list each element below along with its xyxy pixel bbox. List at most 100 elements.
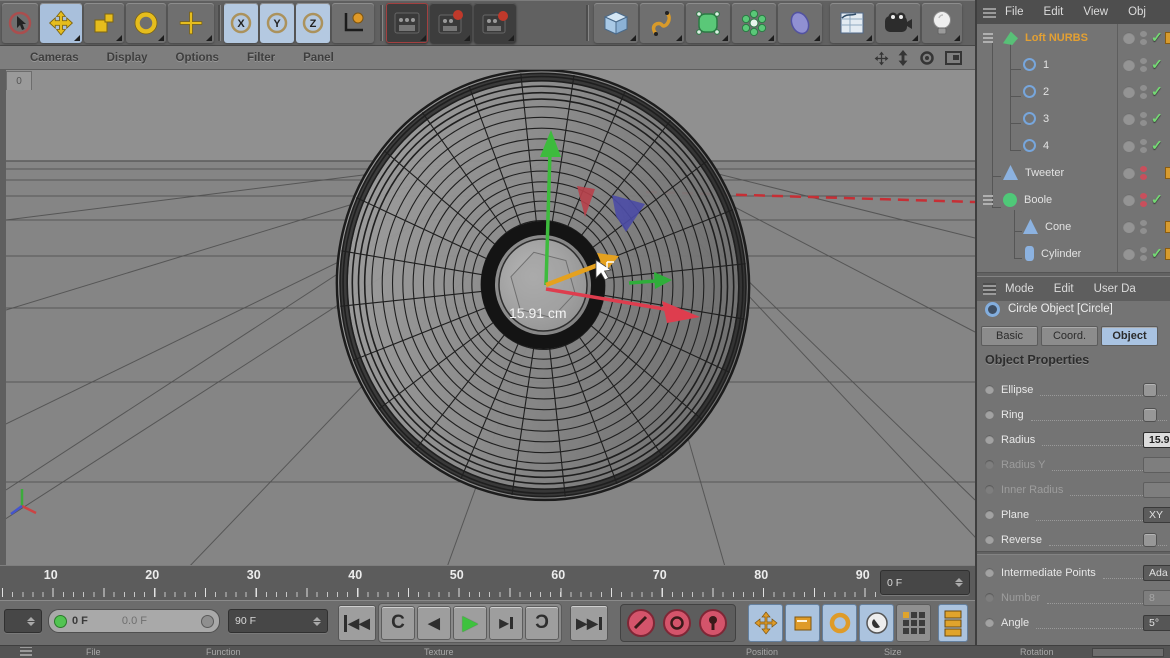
enabled-check-icon[interactable]: ✓ bbox=[1151, 110, 1163, 127]
coordinate-system-icon[interactable] bbox=[332, 3, 374, 43]
keyframe-dot-icon[interactable] bbox=[985, 460, 994, 469]
object-row[interactable]: 4 ✓ bbox=[977, 132, 1170, 159]
tag-icon[interactable] bbox=[1165, 248, 1170, 260]
current-frame-field[interactable]: 0 F bbox=[880, 570, 970, 595]
move-tool-icon[interactable] bbox=[40, 3, 82, 43]
object-row[interactable]: 2 ✓ bbox=[977, 78, 1170, 105]
object-name[interactable]: 2 bbox=[1043, 86, 1049, 98]
object-type-icon[interactable] bbox=[1023, 58, 1036, 71]
play-button[interactable]: ▶ bbox=[453, 606, 487, 640]
object-row[interactable]: Boole ✓ bbox=[977, 186, 1170, 213]
tag-icon[interactable] bbox=[1165, 167, 1170, 179]
layer-dot[interactable] bbox=[1123, 113, 1135, 125]
zoom-view-icon[interactable] bbox=[893, 49, 913, 67]
scale-tool-icon[interactable] bbox=[84, 3, 124, 43]
enabled-check-icon[interactable]: ✓ bbox=[1151, 29, 1163, 46]
coords-field[interactable] bbox=[1092, 648, 1164, 657]
spinner-icon[interactable] bbox=[27, 617, 35, 626]
keyframe-dot-icon[interactable] bbox=[985, 385, 994, 394]
visibility-dots[interactable] bbox=[1140, 58, 1147, 72]
property-control[interactable]: 15.9 bbox=[1143, 432, 1170, 448]
property-control[interactable] bbox=[1143, 408, 1157, 422]
object-name[interactable]: Boole bbox=[1024, 194, 1052, 206]
keyframe-dot-icon[interactable] bbox=[985, 593, 994, 602]
om-menu-edit[interactable]: Edit bbox=[1044, 6, 1064, 18]
drag-handle-icon[interactable] bbox=[983, 194, 993, 205]
layer-dot[interactable] bbox=[1123, 59, 1135, 71]
object-type-icon[interactable] bbox=[1023, 219, 1038, 234]
visibility-dots[interactable] bbox=[1140, 112, 1147, 126]
enabled-check-icon[interactable]: ✓ bbox=[1151, 56, 1163, 73]
attribute-tab[interactable]: Basic bbox=[981, 326, 1038, 346]
object-row[interactable]: Cylinder ✓ bbox=[977, 240, 1170, 267]
enabled-check-icon[interactable]: ✓ bbox=[1151, 137, 1163, 154]
record-keyframe-button[interactable] bbox=[626, 608, 657, 639]
visibility-dots[interactable] bbox=[1140, 220, 1147, 234]
play-cycle-button[interactable]: C bbox=[525, 606, 559, 640]
object-type-icon[interactable] bbox=[1003, 30, 1018, 45]
materials-menu-function[interactable]: Function bbox=[206, 647, 241, 657]
object-type-icon[interactable] bbox=[1025, 246, 1034, 261]
keyframe-dot-icon[interactable] bbox=[985, 535, 994, 544]
property-control[interactable] bbox=[1143, 533, 1157, 547]
key-position-toggle[interactable] bbox=[748, 604, 783, 642]
viewport-menu-item[interactable]: Cameras bbox=[30, 52, 79, 64]
start-frame-field[interactable] bbox=[4, 609, 42, 633]
layer-dot[interactable] bbox=[1123, 32, 1135, 44]
visibility-dots[interactable] bbox=[1140, 31, 1147, 45]
viewport-menu-item[interactable]: Display bbox=[107, 52, 148, 64]
key-parameter-toggle[interactable] bbox=[859, 604, 894, 642]
property-control[interactable]: 5° bbox=[1143, 615, 1170, 631]
viewport-tab[interactable]: 0 bbox=[6, 71, 32, 90]
property-control[interactable]: Ada bbox=[1143, 565, 1170, 581]
add-cube-primitive-icon[interactable] bbox=[594, 3, 638, 43]
viewport-menu-item[interactable]: Filter bbox=[247, 52, 275, 64]
keyframe-dot-icon[interactable] bbox=[985, 485, 994, 494]
visibility-dots[interactable] bbox=[1140, 139, 1147, 153]
add-deformer-icon[interactable] bbox=[778, 3, 822, 43]
object-row[interactable]: Tweeter ✓ bbox=[977, 159, 1170, 186]
pan-view-icon[interactable] bbox=[871, 49, 891, 67]
layer-manager-button[interactable] bbox=[938, 604, 968, 642]
enabled-check-icon[interactable]: ✓ bbox=[1151, 245, 1163, 262]
lock-y-axis-icon[interactable]: Y bbox=[260, 3, 294, 43]
keyframe-selection-toggle[interactable] bbox=[896, 604, 931, 642]
record-parameter-button[interactable] bbox=[698, 608, 729, 639]
add-xpresso-icon[interactable] bbox=[830, 3, 874, 43]
spinner-icon[interactable] bbox=[955, 578, 963, 587]
property-control[interactable] bbox=[1143, 457, 1170, 473]
keyframe-dot-icon[interactable] bbox=[985, 568, 994, 577]
enabled-check-icon[interactable]: ✓ bbox=[1151, 191, 1163, 208]
keyframe-dot-icon[interactable] bbox=[985, 410, 994, 419]
materials-menu-file[interactable]: File bbox=[86, 647, 101, 657]
render-settings-icon[interactable] bbox=[474, 3, 516, 43]
object-type-icon[interactable] bbox=[1003, 165, 1018, 180]
object-type-icon[interactable] bbox=[1023, 112, 1036, 125]
property-control[interactable] bbox=[1143, 482, 1170, 498]
layer-dot[interactable] bbox=[1123, 86, 1135, 98]
object-name[interactable]: 4 bbox=[1043, 140, 1049, 152]
add-array-icon[interactable] bbox=[732, 3, 776, 43]
om-menu-objects[interactable]: Obj bbox=[1128, 6, 1146, 18]
previous-frame-button[interactable]: ◀ bbox=[417, 606, 451, 640]
visibility-dots[interactable] bbox=[1140, 85, 1147, 99]
rotate-tool-icon[interactable] bbox=[126, 3, 166, 43]
object-name[interactable]: 3 bbox=[1043, 113, 1049, 125]
layer-dot[interactable] bbox=[1123, 140, 1135, 152]
attribute-tab[interactable]: Object bbox=[1101, 326, 1158, 346]
layer-dot[interactable] bbox=[1123, 194, 1135, 206]
visibility-dots[interactable] bbox=[1140, 247, 1147, 261]
toggle-view-icon[interactable] bbox=[943, 49, 963, 67]
object-type-icon[interactable] bbox=[1003, 193, 1017, 207]
render-active-objects-icon[interactable] bbox=[430, 3, 472, 43]
property-control[interactable]: 8 bbox=[1143, 590, 1170, 606]
lock-z-axis-icon[interactable]: Z bbox=[296, 3, 330, 43]
object-type-icon[interactable] bbox=[1023, 85, 1036, 98]
go-to-start-button[interactable]: ◀◀ bbox=[338, 605, 376, 641]
next-frame-button[interactable]: ▶ bbox=[489, 606, 523, 640]
add-hypernurbs-icon[interactable] bbox=[686, 3, 730, 43]
keyframe-dot-icon[interactable] bbox=[985, 510, 994, 519]
object-name[interactable]: Cone bbox=[1045, 221, 1071, 233]
object-row[interactable]: 1 ✓ bbox=[977, 51, 1170, 78]
add-spline-icon[interactable] bbox=[640, 3, 684, 43]
